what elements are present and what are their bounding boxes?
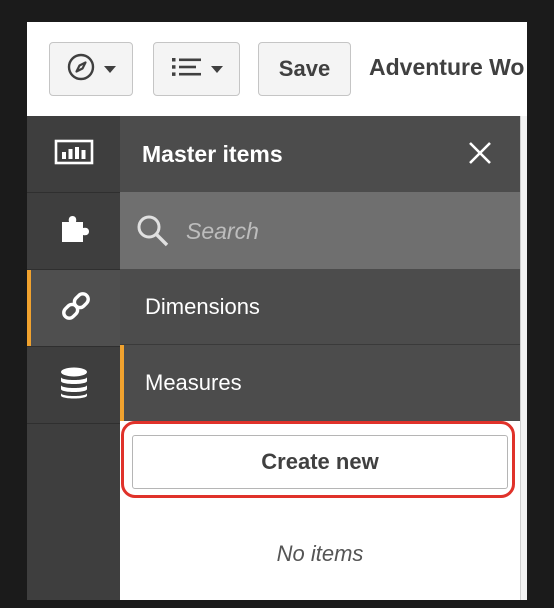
category-label: Measures bbox=[145, 370, 242, 395]
database-icon bbox=[57, 365, 91, 406]
navigation-menu-button[interactable] bbox=[49, 42, 133, 96]
chart-icon bbox=[54, 138, 94, 171]
compass-icon bbox=[66, 52, 96, 87]
create-new-button[interactable]: Create new bbox=[132, 435, 508, 489]
close-icon bbox=[465, 142, 495, 172]
list-icon bbox=[171, 55, 203, 84]
rail-item-fields[interactable] bbox=[27, 347, 120, 423]
rail-item-master-items[interactable] bbox=[27, 270, 120, 346]
save-button[interactable]: Save bbox=[258, 42, 351, 96]
category-label: Dimensions bbox=[145, 294, 260, 319]
app-title: Adventure Wo bbox=[369, 54, 525, 80]
panel-title: Master items bbox=[142, 141, 283, 167]
rail-item-extensions[interactable] bbox=[27, 193, 120, 269]
empty-state-text: No items bbox=[276, 541, 364, 566]
rail-item-charts[interactable] bbox=[27, 116, 120, 192]
chevron-down-icon bbox=[210, 65, 223, 73]
toolbar: Save Adventure Wo bbox=[27, 22, 527, 117]
category-measures[interactable]: Measures bbox=[120, 345, 520, 421]
app-window: Save Adventure Wo Master items Search Di… bbox=[27, 22, 527, 600]
master-items-panel: Master items Dimensions bbox=[120, 116, 520, 600]
search-input[interactable] bbox=[184, 214, 488, 248]
puzzle-icon bbox=[57, 212, 91, 251]
assets-rail bbox=[27, 116, 120, 600]
link-icon bbox=[58, 288, 94, 329]
panel-scroll-edge bbox=[520, 116, 527, 600]
sheets-list-button[interactable] bbox=[153, 42, 240, 96]
category-dimensions[interactable]: Dimensions bbox=[120, 269, 520, 345]
chevron-down-icon bbox=[104, 65, 116, 73]
panel-content: Create new No items bbox=[120, 421, 520, 600]
search-icon bbox=[136, 214, 170, 253]
search-bar bbox=[120, 192, 520, 269]
close-button[interactable] bbox=[465, 138, 495, 168]
panel-header: Master items bbox=[120, 116, 520, 192]
rail-divider bbox=[27, 423, 120, 424]
